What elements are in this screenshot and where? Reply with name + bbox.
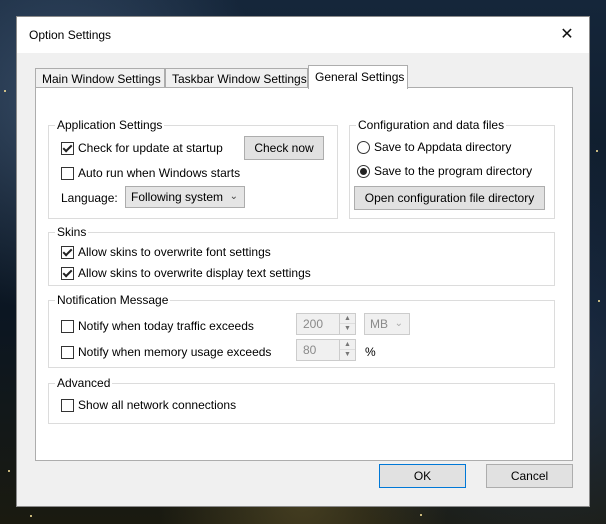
checkbox-box bbox=[61, 166, 74, 180]
check-update-checkbox[interactable]: Check for update at startup bbox=[61, 141, 223, 155]
advanced-group: Advanced Show all network connections bbox=[48, 376, 555, 424]
button-label: Cancel bbox=[510, 469, 549, 483]
chevron-down-icon: ⌄ bbox=[394, 318, 403, 329]
checkbox-box bbox=[61, 319, 74, 333]
tab-label: General Settings bbox=[315, 70, 405, 84]
tab-main-window-settings[interactable]: Main Window Settings bbox=[35, 68, 165, 88]
group-label: Notification Message bbox=[55, 293, 171, 307]
star-dot bbox=[8, 470, 10, 472]
skins-display-text-checkbox[interactable]: Allow skins to overwrite display text se… bbox=[61, 266, 311, 280]
label-text: Language: bbox=[61, 191, 118, 205]
button-label: Open configuration file directory bbox=[364, 191, 535, 205]
open-config-directory-button[interactable]: Open configuration file directory bbox=[354, 186, 545, 210]
group-label: Configuration and data files bbox=[356, 118, 507, 132]
spin-up-icon[interactable]: ▲ bbox=[340, 314, 355, 324]
radio-label: Save to Appdata directory bbox=[374, 140, 512, 154]
checkbox-box bbox=[61, 141, 74, 155]
group-label: Skins bbox=[55, 225, 89, 239]
checkbox-label: Notify when today traffic exceeds bbox=[78, 319, 254, 333]
checkbox-label: Auto run when Windows starts bbox=[78, 166, 241, 180]
checkbox-label: Notify when memory usage exceeds bbox=[78, 345, 272, 359]
skins-group: Skins Allow skins to overwrite font sett… bbox=[48, 225, 555, 286]
checkbox-label: Allow skins to overwrite font settings bbox=[78, 245, 271, 259]
radio-circle bbox=[357, 164, 370, 178]
spin-down-icon[interactable]: ▼ bbox=[340, 350, 355, 360]
show-all-connections-checkbox[interactable]: Show all network connections bbox=[61, 398, 236, 412]
radio-circle bbox=[357, 140, 370, 154]
select-value: Following system bbox=[131, 190, 224, 204]
radio-label: Save to the program directory bbox=[374, 164, 533, 178]
auto-run-checkbox[interactable]: Auto run when Windows starts bbox=[61, 166, 240, 180]
traffic-unit-select[interactable]: MB ⌄ bbox=[364, 313, 410, 335]
tab-taskbar-window-settings[interactable]: Taskbar Window Settings bbox=[165, 68, 308, 88]
chevron-down-icon: ⌄ bbox=[229, 191, 238, 202]
star-dot bbox=[4, 90, 6, 92]
tab-label: Taskbar Window Settings bbox=[172, 72, 307, 86]
language-select[interactable]: Following system ⌄ bbox=[125, 186, 245, 208]
checkbox-label: Allow skins to overwrite display text se… bbox=[78, 266, 311, 280]
group-label: Advanced bbox=[55, 376, 113, 390]
button-label: Check now bbox=[254, 141, 314, 155]
window-title: Option Settings bbox=[29, 28, 112, 42]
appdata-radio[interactable]: Save to Appdata directory bbox=[357, 140, 511, 154]
close-button[interactable]: ✕ bbox=[545, 17, 589, 53]
spin-up-icon[interactable]: ▲ bbox=[340, 340, 355, 350]
option-settings-dialog: Option Settings ✕ Main Window Settings T… bbox=[16, 16, 590, 507]
checkbox-box bbox=[61, 245, 74, 259]
memory-value-spinner[interactable]: 80 ▲ ▼ bbox=[296, 339, 356, 361]
star-dot bbox=[30, 515, 32, 517]
program-directory-radio[interactable]: Save to the program directory bbox=[357, 164, 532, 178]
unit-text: % bbox=[365, 345, 376, 359]
traffic-value-spinner[interactable]: 200 ▲ ▼ bbox=[296, 313, 356, 335]
tab-general-settings[interactable]: General Settings bbox=[308, 65, 408, 89]
tab-label: Main Window Settings bbox=[42, 72, 161, 86]
title-bar: Option Settings ✕ bbox=[17, 17, 589, 53]
spinner-value: 200 bbox=[303, 317, 324, 331]
memory-notify-checkbox[interactable]: Notify when memory usage exceeds bbox=[61, 345, 271, 359]
group-label: Application Settings bbox=[55, 118, 165, 132]
notification-group: Notification Message Notify when today t… bbox=[48, 293, 555, 368]
ok-button[interactable]: OK bbox=[379, 464, 466, 488]
star-dot bbox=[596, 150, 598, 152]
button-label: OK bbox=[413, 469, 432, 483]
select-value: MB bbox=[370, 317, 388, 331]
checkbox-box bbox=[61, 266, 74, 280]
star-dot bbox=[420, 514, 422, 516]
checkbox-box bbox=[61, 398, 74, 412]
config-files-group: Configuration and data files Save to App… bbox=[349, 118, 555, 219]
spin-down-icon[interactable]: ▼ bbox=[340, 324, 355, 334]
checkbox-box bbox=[61, 345, 74, 359]
application-settings-group: Application Settings Check for update at… bbox=[48, 118, 338, 219]
traffic-notify-checkbox[interactable]: Notify when today traffic exceeds bbox=[61, 319, 254, 333]
spinner-arrows: ▲ ▼ bbox=[339, 314, 355, 334]
check-now-button[interactable]: Check now bbox=[244, 136, 324, 160]
skins-font-checkbox[interactable]: Allow skins to overwrite font settings bbox=[61, 245, 271, 259]
spinner-arrows: ▲ ▼ bbox=[339, 340, 355, 360]
close-icon: ✕ bbox=[560, 26, 574, 43]
checkbox-label: Show all network connections bbox=[78, 398, 237, 412]
memory-unit-label: % bbox=[365, 345, 376, 359]
checkbox-label: Check for update at startup bbox=[78, 141, 223, 155]
language-label: Language: bbox=[61, 191, 118, 205]
cancel-button[interactable]: Cancel bbox=[486, 464, 573, 488]
spinner-value: 80 bbox=[303, 343, 317, 357]
star-dot bbox=[598, 300, 600, 302]
general-settings-panel: Application Settings Check for update at… bbox=[35, 87, 573, 461]
